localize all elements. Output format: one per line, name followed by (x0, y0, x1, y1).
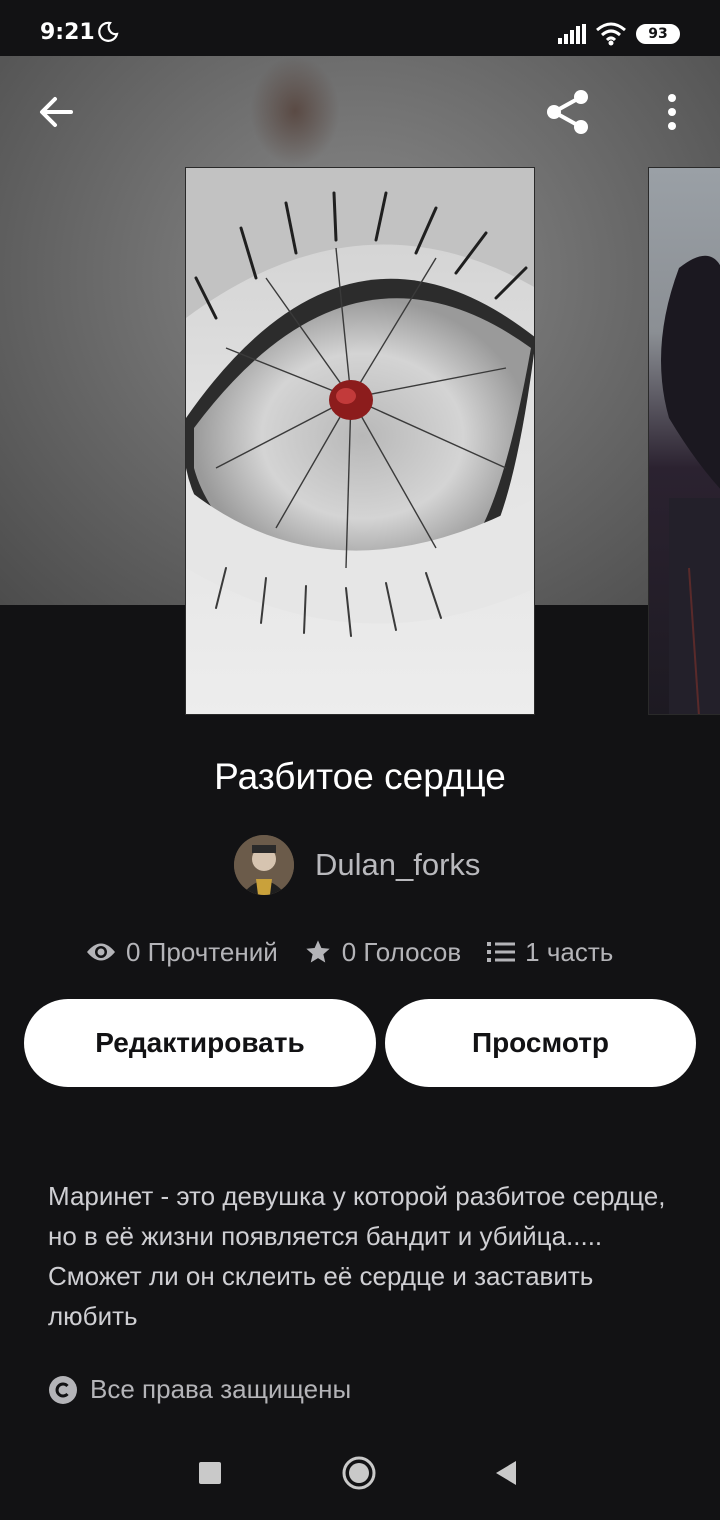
next-story-cover[interactable] (648, 167, 720, 715)
signal-icon (558, 24, 586, 44)
eye-icon (87, 943, 115, 961)
reads-count: 0 Прочтений (126, 936, 278, 967)
votes-count: 0 Голосов (341, 936, 462, 967)
battery-icon: 93 (636, 24, 680, 44)
votes-stat: 0 Голосов (304, 937, 461, 968)
copyright-info: Все права защищены (48, 1374, 351, 1405)
parts-count: 1 часть (525, 936, 614, 967)
status-bar: 9:21 93 (0, 0, 720, 56)
status-time: 9:21 (40, 20, 95, 45)
back-button[interactable] (28, 84, 84, 140)
edit-button[interactable]: Редактировать (24, 999, 376, 1087)
story-stats: 0 Прочтений 0 Голосов 1 часть (86, 932, 613, 972)
more-vertical-icon (668, 94, 676, 130)
wifi-icon (596, 22, 626, 46)
reads-stat: 0 Прочтений (86, 937, 278, 968)
author-link[interactable]: Dulan_forks (234, 834, 480, 896)
home-icon[interactable] (341, 1455, 377, 1491)
share-button[interactable] (538, 82, 598, 142)
copyright-icon (49, 1375, 77, 1404)
parts-stat: 1 часть (487, 937, 613, 968)
next-cover-artwork (661, 255, 720, 714)
author-name: Dulan_forks (315, 847, 481, 882)
recents-icon[interactable] (199, 1462, 221, 1484)
story-cover[interactable] (185, 167, 535, 715)
preview-button[interactable]: Просмотр (385, 999, 696, 1087)
more-options-button[interactable] (650, 84, 694, 140)
system-back-icon[interactable] (494, 1460, 518, 1486)
list-icon (487, 942, 516, 962)
copyright-text: Все права защищены (90, 1374, 352, 1404)
avatar (234, 835, 294, 895)
moon-icon (98, 21, 119, 42)
cover-artwork (186, 168, 534, 714)
story-title: Разбитое сердце (214, 756, 506, 797)
story-description: Маринет - это девушка у которой разбитое… (48, 1181, 666, 1331)
star-icon (306, 940, 330, 963)
system-navigation-bar (0, 1430, 720, 1520)
share-icon (547, 90, 588, 134)
back-arrow-icon (40, 97, 73, 127)
